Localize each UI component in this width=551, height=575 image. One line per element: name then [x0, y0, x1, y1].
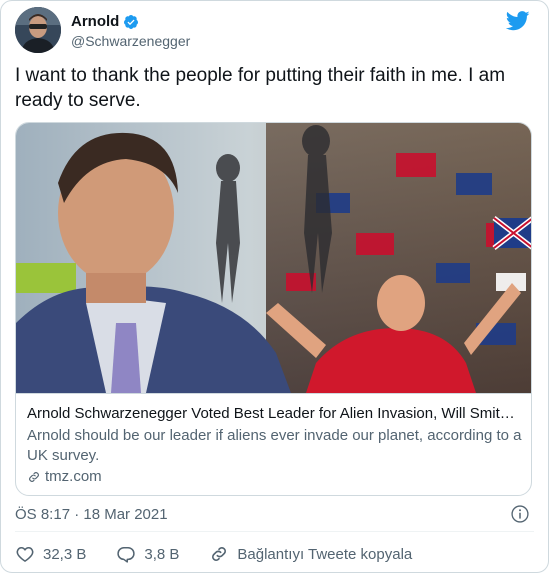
link-icon: [212, 547, 227, 561]
divider: [15, 531, 534, 532]
card-title[interactable]: Arnold Schwarzenegger Voted Best Leader …: [27, 405, 523, 422]
action-bar: 32,3 B 3,8 B Bağlantıyı Tweete kopyala: [15, 544, 442, 564]
author-name[interactable]: Arnold: [71, 13, 119, 30]
card-image: [16, 123, 531, 393]
tweet-text: I want to thank the people for putting t…: [15, 65, 506, 111]
verified-badge-icon: [124, 14, 139, 29]
copy-link-label: Bağlantıyı Tweete kopyala: [237, 545, 413, 563]
card-domain[interactable]: tmz.com: [27, 468, 102, 485]
author-handle[interactable]: @Schwarzenegger: [71, 33, 190, 49]
card-description: Arnold should be our leader if aliens ev…: [27, 427, 522, 464]
tweet-timestamp[interactable]: ÖS 8:17 · 18 Mar 2021: [15, 506, 168, 523]
card-domain-label: tmz.com: [45, 468, 102, 485]
avatar[interactable]: [15, 7, 61, 53]
reply-icon: [117, 547, 136, 563]
reply-button[interactable]: 3,8 B: [116, 544, 179, 564]
twitter-bird-icon[interactable]: [506, 11, 530, 31]
tweet-card: Arnold @Schwarzenegger I want to thank t…: [0, 0, 549, 573]
reply-count: 3,8 B: [144, 545, 180, 563]
info-icon[interactable]: [510, 504, 530, 524]
link-icon: [29, 471, 39, 482]
link-card[interactable]: Arnold Schwarzenegger Voted Best Leader …: [15, 122, 532, 496]
author-row: Arnold: [71, 13, 139, 30]
heart-icon: [16, 547, 34, 562]
card-body: Arnold Schwarzenegger Voted Best Leader …: [16, 393, 531, 495]
like-button[interactable]: 32,3 B: [15, 544, 86, 564]
like-count: 32,3 B: [43, 545, 87, 563]
copy-link-button[interactable]: Bağlantıyı Tweete kopyala: [209, 544, 412, 564]
